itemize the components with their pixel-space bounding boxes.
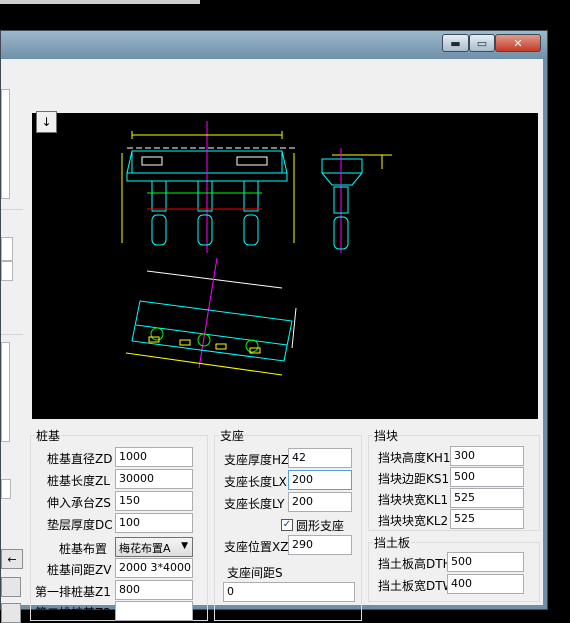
block-edge-label: 挡块边距KS1: [378, 472, 450, 486]
block-width1-input[interactable]: 525: [450, 488, 524, 508]
pile-diameter-input[interactable]: 1000: [115, 447, 193, 467]
left-field-2[interactable]: [1, 261, 13, 281]
pile-row1-input[interactable]: 800: [115, 580, 193, 600]
bearing-lengthy-input[interactable]: 200: [288, 492, 352, 512]
chevron-down-icon: ▼: [181, 541, 188, 551]
pile-row2-input[interactable]: [115, 601, 193, 621]
bearing-lengthx-input[interactable]: 200: [288, 470, 352, 490]
left-button-3[interactable]: [1, 603, 21, 623]
left-combo[interactable]: [1, 479, 11, 499]
pile-layout-value: 梅花布置A: [119, 542, 171, 555]
pile-length-input[interactable]: 30000: [115, 469, 193, 489]
left-button-2[interactable]: [1, 577, 21, 597]
block-group-title: 挡块: [373, 427, 400, 444]
bearing-position-label: 支座位置XZ: [224, 540, 289, 554]
block-width2-input[interactable]: 525: [450, 509, 524, 529]
pile-length-label: 桩基长度ZL: [47, 474, 110, 488]
left-divider: [1, 209, 23, 210]
pile-spacing-label: 桩基间距ZV: [47, 563, 112, 577]
left-list-box-2[interactable]: [1, 342, 10, 442]
pile-row2-label: 第二排桩基Z2: [35, 606, 111, 620]
retain-group-title: 挡土板: [373, 534, 412, 551]
bearing-gap-label: 支座间距S: [227, 566, 283, 580]
left-divider-2: [1, 334, 23, 335]
left-list-box[interactable]: [1, 89, 10, 199]
retain-height-input[interactable]: 500: [447, 552, 524, 572]
side-view: [321, 148, 392, 253]
retain-width-label: 挡土板宽DTW: [378, 579, 455, 593]
bearing-position-input[interactable]: 290: [288, 535, 352, 555]
minimize-button[interactable]: ▬: [442, 34, 469, 52]
left-field-1[interactable]: [1, 237, 13, 261]
pile-cushion-input[interactable]: 100: [115, 513, 193, 533]
left-arrow-button[interactable]: ←: [1, 549, 23, 569]
round-bearing-label[interactable]: 圆形支座: [296, 517, 344, 534]
retain-width-input[interactable]: 400: [447, 574, 524, 594]
bearing-lengthx-label: 支座长度LX: [224, 475, 287, 489]
title-bar[interactable]: ▬ ▭ ✕: [1, 31, 547, 59]
retain-height-label: 挡土板高DTH: [378, 557, 452, 571]
app-window: ▬ ▭ ✕ ← ↓ 桩基 桩基直径ZD 1000 桩基长度ZL 30000 伸入…: [0, 30, 548, 623]
block-height-input[interactable]: 300: [450, 446, 524, 466]
bearing-lengthy-label: 支座长度LY: [224, 497, 285, 511]
block-height-label: 挡块高度KH1: [378, 451, 451, 465]
view-down-button[interactable]: ↓: [36, 111, 57, 133]
pile-layout-select[interactable]: 梅花布置A ▼: [115, 537, 193, 557]
pile-embed-label: 伸入承台ZS: [47, 496, 111, 510]
maximize-button[interactable]: ▭: [469, 34, 495, 52]
cad-drawing: [121, 121, 392, 376]
desktop-top-strip: [0, 0, 570, 6]
pile-layout-label: 桩基布置: [59, 542, 108, 556]
block-edge-input[interactable]: 500: [450, 467, 524, 487]
bearing-group-title: 支座: [219, 427, 246, 444]
pile-diameter-label: 桩基直径ZD: [47, 452, 113, 466]
round-bearing-checkbox[interactable]: ✓: [281, 519, 293, 531]
taskbar-fragment: [0, 0, 200, 4]
client-area: ← ↓ 桩基 桩基直径ZD 1000 桩基长度ZL 30000 伸入承台ZS 1…: [1, 59, 543, 623]
plan-view: [125, 257, 297, 376]
bearing-gap-input[interactable]: 0: [223, 582, 355, 602]
pile-embed-input[interactable]: 150: [115, 491, 193, 511]
block-width2-label: 挡块块宽KL2: [378, 514, 449, 528]
bearing-thickness-input[interactable]: 42: [288, 448, 352, 468]
elevation-view: [121, 121, 297, 253]
pile-spacing-input[interactable]: 2000 3*4000: [115, 558, 193, 578]
pile-cushion-label: 垫层厚度DC: [47, 518, 113, 532]
bearing-thickness-label: 支座厚度HZ: [224, 453, 290, 467]
close-button[interactable]: ✕: [495, 34, 541, 52]
pile-group-title: 桩基: [35, 427, 62, 444]
pile-row1-label: 第一排桩基Z1: [35, 585, 111, 599]
block-width1-label: 挡块块宽KL1: [378, 493, 449, 507]
drawing-canvas[interactable]: [32, 113, 538, 419]
